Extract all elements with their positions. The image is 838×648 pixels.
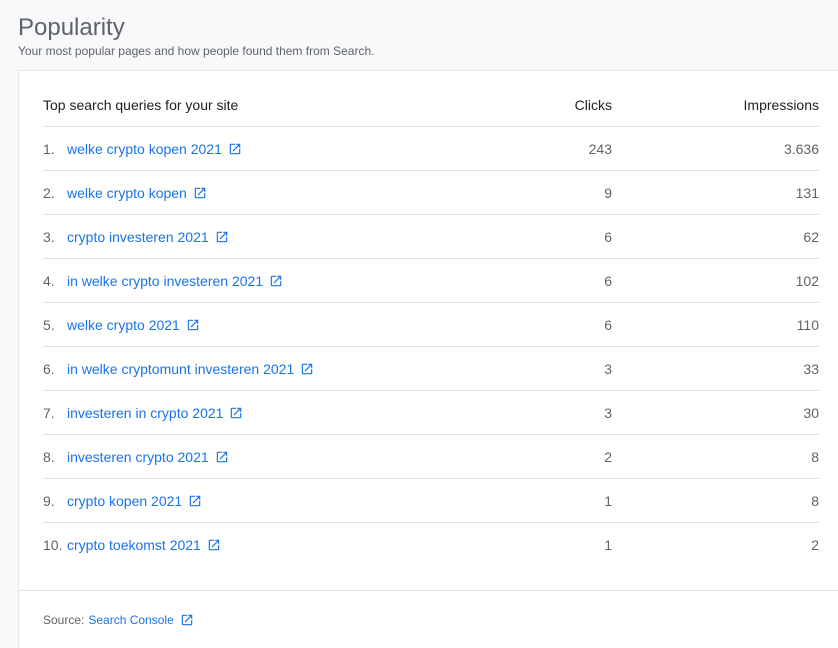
clicks-cell: 6	[604, 272, 612, 289]
query-text: crypto investeren 2021	[67, 228, 209, 245]
page-subtitle: Your most popular pages and how people f…	[18, 44, 375, 58]
query-text: crypto toekomst 2021	[67, 537, 201, 553]
query-text: welke crypto kopen 2021	[67, 140, 222, 157]
open-in-new-icon	[215, 230, 229, 244]
open-in-new-icon	[207, 538, 221, 552]
source-line: Source: Search Console	[43, 613, 194, 627]
popularity-card: Top search queries for your site Clicks …	[18, 70, 838, 648]
query-cell: 1. welke crypto kopen 2021	[43, 127, 242, 170]
open-in-new-icon	[188, 494, 202, 508]
open-in-new-icon	[186, 318, 200, 332]
query-link[interactable]: crypto toekomst 2021	[67, 537, 221, 553]
impressions-cell: 30	[803, 404, 819, 421]
query-text: investeren in crypto 2021	[67, 404, 224, 421]
query-cell: 4. in welke crypto investeren 2021	[43, 259, 283, 302]
impressions-cell: 62	[803, 228, 819, 245]
table-row: 7. investeren in crypto 2021 3 30	[43, 391, 819, 435]
rank-number: 2.	[43, 184, 55, 201]
footer-divider	[19, 590, 838, 591]
clicks-cell: 2	[604, 448, 612, 465]
impressions-cell: 110	[796, 316, 819, 333]
table-row: 8. investeren crypto 2021 2 8	[43, 435, 819, 479]
page-title: Popularity	[18, 14, 125, 41]
clicks-cell: 6	[604, 316, 612, 333]
table-body: 1. welke crypto kopen 2021 243 3.636 2. welke…	[43, 127, 819, 567]
open-in-new-icon	[269, 274, 283, 288]
clicks-cell: 3	[604, 404, 612, 421]
source-label: Source:	[43, 613, 85, 627]
queries-table: Top search queries for your site Clicks …	[43, 84, 819, 567]
table-row: 9. crypto kopen 2021 1 8	[43, 479, 819, 523]
query-link[interactable]: welke crypto 2021	[67, 317, 200, 333]
table-row: 3. crypto investeren 2021 6 62	[43, 215, 819, 259]
impressions-cell: 2	[811, 537, 819, 553]
query-text: welke crypto kopen	[67, 184, 187, 201]
query-text: welke crypto 2021	[67, 316, 180, 333]
rank-number: 5.	[43, 316, 55, 333]
query-text: investeren crypto 2021	[67, 448, 209, 465]
clicks-cell: 9	[604, 184, 612, 201]
table-row: 10. crypto toekomst 2021 1 2	[43, 523, 819, 567]
query-cell: 8. investeren crypto 2021	[43, 435, 229, 478]
rank-number: 4.	[43, 272, 55, 289]
rank-number: 7.	[43, 404, 55, 421]
query-cell: 10. crypto toekomst 2021	[43, 523, 221, 567]
open-in-new-icon	[180, 613, 194, 627]
open-in-new-icon	[228, 142, 242, 156]
query-link[interactable]: welke crypto kopen	[67, 185, 207, 201]
header-clicks: Clicks	[574, 97, 612, 113]
rank-number: 3.	[43, 228, 55, 245]
query-cell: 2. welke crypto kopen	[43, 171, 207, 214]
open-in-new-icon	[229, 406, 243, 420]
table-row: 5. welke crypto 2021 6 110	[43, 303, 819, 347]
query-link[interactable]: investeren in crypto 2021	[67, 405, 243, 421]
impressions-cell: 8	[811, 492, 819, 509]
query-link[interactable]: crypto kopen 2021	[67, 493, 202, 509]
rank-number: 9.	[43, 492, 55, 509]
rank-number: 1.	[43, 140, 55, 157]
rank-number: 10.	[43, 537, 63, 553]
open-in-new-icon	[193, 186, 207, 200]
clicks-cell: 243	[588, 140, 612, 157]
table-header-row: Top search queries for your site Clicks …	[43, 84, 819, 127]
clicks-cell: 1	[604, 537, 612, 553]
table-row: 1. welke crypto kopen 2021 243 3.636	[43, 127, 819, 171]
query-link[interactable]: in welke crypto investeren 2021	[67, 273, 283, 289]
rank-number: 8.	[43, 448, 55, 465]
impressions-cell: 131	[795, 184, 819, 201]
rank-number: 6.	[43, 360, 55, 377]
search-console-link[interactable]: Search Console	[88, 613, 193, 627]
table-row: 2. welke crypto kopen 9 131	[43, 171, 819, 215]
query-cell: 7. investeren in crypto 2021	[43, 391, 243, 434]
clicks-cell: 6	[604, 228, 612, 245]
header-impressions: Impressions	[743, 97, 819, 113]
query-cell: 5. welke crypto 2021	[43, 303, 200, 346]
query-link[interactable]: investeren crypto 2021	[67, 449, 229, 465]
query-cell: 6. in welke cryptomunt investeren 2021	[43, 347, 314, 390]
search-console-link-text: Search Console	[88, 613, 174, 627]
impressions-cell: 33	[803, 360, 819, 377]
query-link[interactable]: in welke cryptomunt investeren 2021	[67, 361, 314, 377]
clicks-cell: 1	[604, 492, 612, 509]
open-in-new-icon	[300, 362, 314, 376]
query-link[interactable]: welke crypto kopen 2021	[67, 141, 242, 157]
query-cell: 3. crypto investeren 2021	[43, 215, 229, 258]
header-query: Top search queries for your site	[43, 97, 239, 113]
impressions-cell: 8	[811, 448, 819, 465]
query-cell: 9. crypto kopen 2021	[43, 479, 202, 522]
query-text: crypto kopen 2021	[67, 492, 183, 509]
page-header: Popularity Your most popular pages and h…	[18, 14, 374, 58]
query-link[interactable]: crypto investeren 2021	[67, 229, 229, 245]
table-row: 6. in welke cryptomunt investeren 2021 3 33	[43, 347, 819, 391]
clicks-cell: 3	[604, 360, 612, 377]
open-in-new-icon	[215, 450, 229, 464]
table-row: 4. in welke crypto investeren 2021 6 102	[43, 259, 819, 303]
impressions-cell: 3.636	[783, 140, 819, 157]
query-text: in welke cryptomunt investeren 2021	[67, 360, 295, 377]
impressions-cell: 102	[795, 272, 819, 289]
query-text: in welke crypto investeren 2021	[67, 272, 264, 289]
